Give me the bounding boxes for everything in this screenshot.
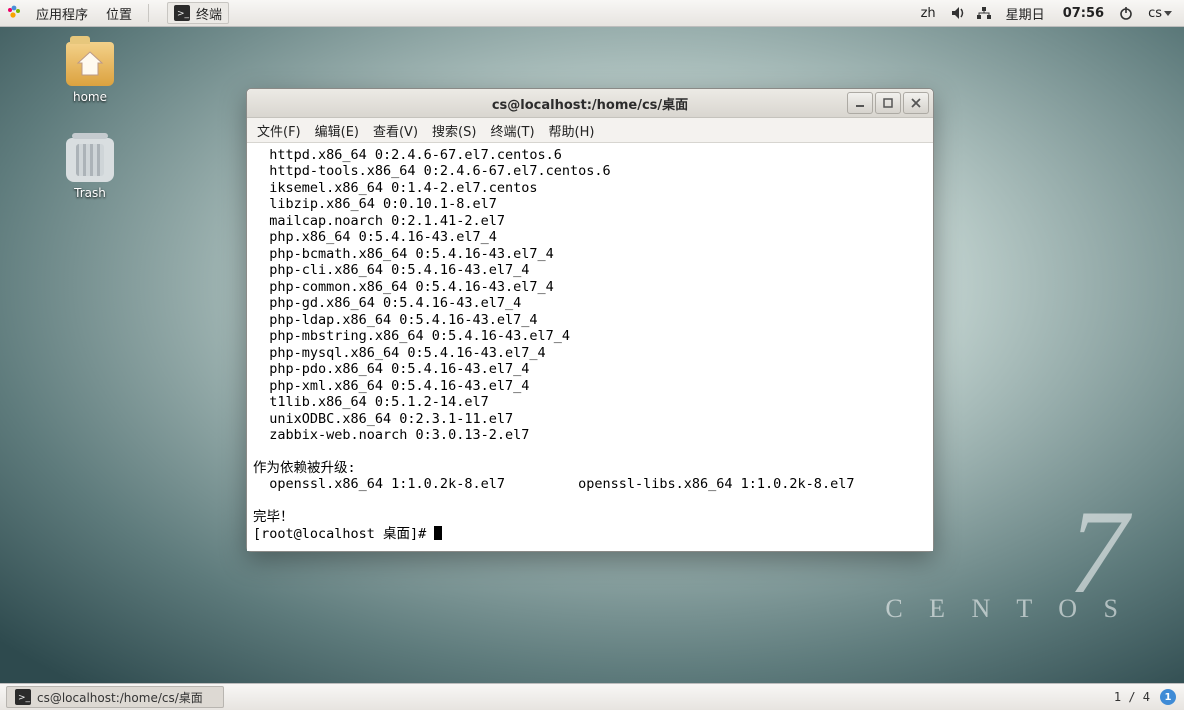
notification-badge[interactable]: 1 [1160,689,1176,705]
taskbar-app-label: 终端 [196,4,222,23]
workspace-indicator[interactable]: 1 / 4 [1114,690,1150,704]
menu-edit[interactable]: 编辑(E) [315,121,359,140]
separator [148,4,149,22]
trash-icon [66,138,114,182]
menu-applications[interactable]: 应用程序 [32,4,92,23]
top-panel: 应用程序 位置 >_ 终端 zh 星期日 07:56 cs [0,0,1184,27]
terminal-body[interactable]: httpd.x86_64 0:2.4.6-67.el7.centos.6 htt… [247,143,933,551]
menu-terminal[interactable]: 终端(T) [490,121,534,140]
window-title: cs@localhost:/home/cs/桌面 [247,94,933,113]
taskbar-window-label: cs@localhost:/home/cs/桌面 [37,689,203,706]
menu-help[interactable]: 帮助(H) [549,121,595,140]
titlebar[interactable]: cs@localhost:/home/cs/桌面 [247,89,933,118]
bottom-panel: >_ cs@localhost:/home/cs/桌面 1 / 4 1 [0,683,1184,710]
desktop[interactable]: 应用程序 位置 >_ 终端 zh 星期日 07:56 cs home Trash [0,0,1184,710]
volume-icon[interactable] [950,5,966,21]
window-minimize-button[interactable] [847,92,873,114]
user-menu[interactable]: cs [1144,6,1176,21]
window-maximize-button[interactable] [875,92,901,114]
menubar: 文件(F) 编辑(E) 查看(V) 搜索(S) 终端(T) 帮助(H) [247,118,933,143]
desktop-icon-trash[interactable]: Trash [50,138,130,201]
svg-text:>_: >_ [177,9,190,19]
desktop-icon-label: Trash [74,186,106,200]
terminal-icon: >_ [174,5,190,21]
menu-places[interactable]: 位置 [102,4,136,23]
taskbar-app-terminal[interactable]: >_ 终端 [167,2,229,24]
clock-day[interactable]: 星期日 [1002,4,1049,23]
desktop-icon-home[interactable]: home [50,42,130,105]
clock-time[interactable]: 07:56 [1059,6,1108,21]
ime-indicator[interactable]: zh [917,6,940,21]
terminal-icon: >_ [15,689,31,705]
menu-view[interactable]: 查看(V) [373,121,418,140]
cursor [434,526,442,540]
power-icon[interactable] [1118,5,1134,21]
folder-home-icon [66,42,114,86]
taskbar-window-button[interactable]: >_ cs@localhost:/home/cs/桌面 [6,686,224,708]
network-icon[interactable] [976,5,992,21]
desktop-icon-label: home [73,90,107,104]
terminal-window: cs@localhost:/home/cs/桌面 文件(F) 编辑(E) 查看(… [246,88,934,552]
gnome-logo-icon [6,5,22,21]
menu-search[interactable]: 搜索(S) [432,121,476,140]
window-close-button[interactable] [903,92,929,114]
svg-text:>_: >_ [18,693,31,703]
menu-file[interactable]: 文件(F) [257,121,301,140]
